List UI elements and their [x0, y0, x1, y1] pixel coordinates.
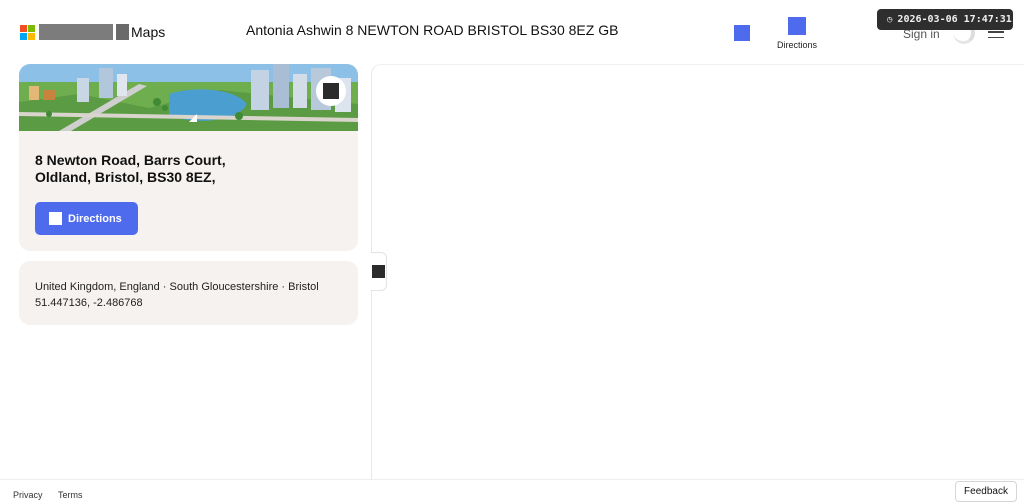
save-place-button[interactable]: [316, 76, 346, 106]
collapse-icon: [372, 265, 385, 278]
microsoft-logo-icon: [20, 25, 35, 40]
location-card: 8 Newton Road, Barrs Court, Oldland, Bri…: [19, 64, 358, 251]
map-canvas[interactable]: [371, 64, 1024, 479]
page-title: Antonia Ashwin 8 NEWTON ROAD BRISTOL BS3…: [246, 22, 619, 38]
clock-icon: ◷: [887, 14, 893, 25]
timestamp-badge: ◷ 2026-03-06 17:47:31: [877, 9, 1013, 30]
redacted-brand-text: [116, 24, 129, 40]
top-bar: Maps Antonia Ashwin 8 NEWTON ROAD BRISTO…: [0, 0, 1024, 64]
footer: Privacy Terms: [0, 479, 1024, 504]
privacy-link[interactable]: Privacy: [13, 490, 43, 500]
feedback-button[interactable]: Feedback: [955, 481, 1017, 502]
directions-button-label: Directions: [68, 212, 122, 225]
region-breadcrumb: United Kingdom, England · South Gloucest…: [35, 281, 319, 293]
address-line-2: Oldland, Bristol, BS30 8EZ,: [35, 169, 216, 185]
redacted-brand-text: [39, 24, 113, 40]
brand[interactable]: Maps: [20, 24, 165, 40]
save-icon: [323, 83, 339, 99]
brand-name: Maps: [131, 24, 166, 40]
directions-button[interactable]: Directions: [35, 202, 138, 235]
city-illustration: [19, 64, 358, 131]
location-info-card: United Kingdom, England · South Gloucest…: [19, 261, 358, 325]
directions-header-label: Directions: [776, 40, 817, 50]
place-address: 8 Newton Road, Barrs Court, Oldland, Bri…: [35, 152, 295, 186]
address-line-1: 8 Newton Road, Barrs Court,: [35, 152, 226, 168]
collapse-panel-button[interactable]: [371, 252, 387, 291]
timestamp-text: 2026-03-06 17:47:31: [897, 14, 1012, 25]
directions-header-button[interactable]: Directions: [774, 17, 820, 50]
coordinates: 51.447136, -2.486768: [35, 297, 143, 309]
terms-link[interactable]: Terms: [58, 490, 83, 500]
hero-image: [19, 64, 358, 131]
nearby-icon[interactable]: [734, 25, 750, 41]
directions-icon: [788, 17, 806, 35]
directions-icon: [49, 212, 62, 225]
